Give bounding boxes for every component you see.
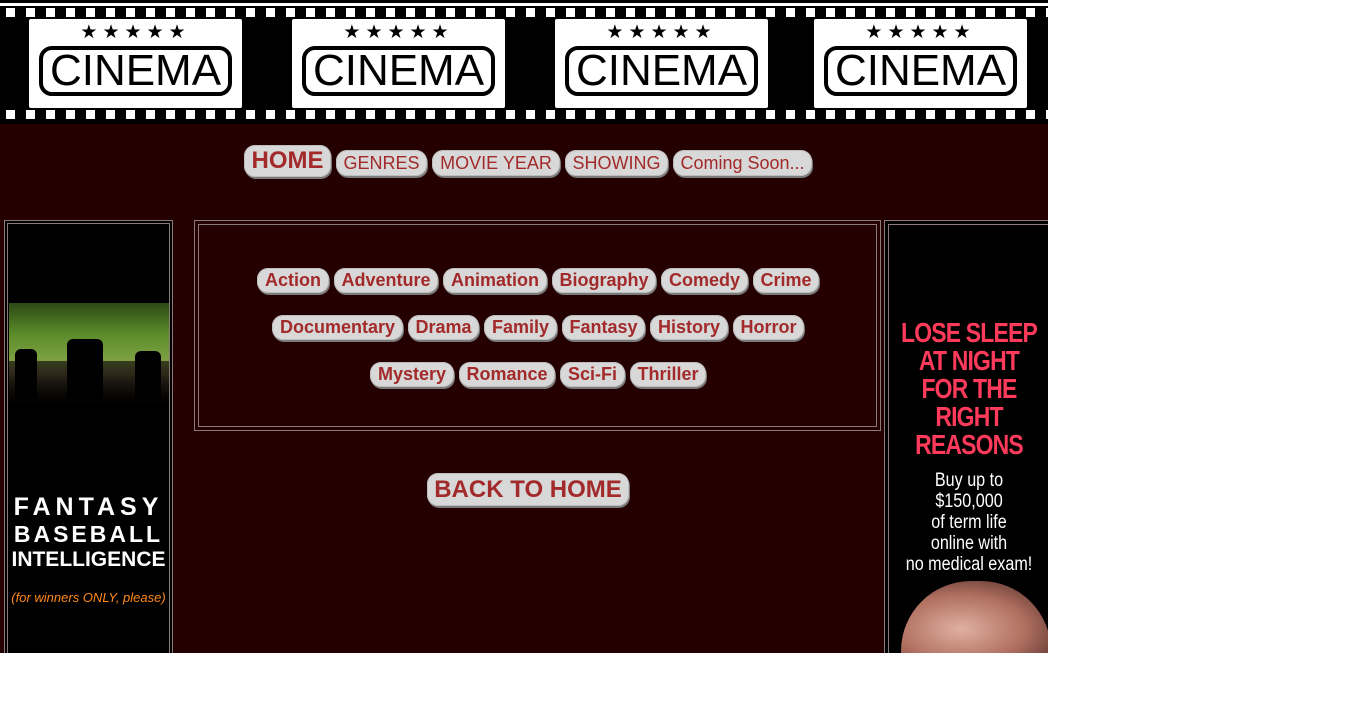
ad-sub-line: no medical exam!	[905, 554, 1033, 575]
ad-sub-line: online with	[930, 533, 1008, 554]
film-frame: ★★★★★ CINEMA	[814, 19, 1027, 108]
page: ★★★★★ CINEMA ★★★★★ CINEMA ★★★★★ CINEMA ★…	[0, 0, 1048, 653]
cinema-banner: ★★★★★ CINEMA ★★★★★ CINEMA ★★★★★ CINEMA ★…	[0, 0, 1048, 124]
nav-showing-button[interactable]: SHOWING	[565, 150, 668, 176]
genre-adventure-button[interactable]: Adventure	[334, 268, 438, 293]
film-sprocket-strip-bottom	[0, 110, 1048, 119]
genre-horror-button[interactable]: Horror	[733, 315, 804, 340]
sleeping-person-image	[901, 581, 1048, 653]
stars-icon: ★★★★★	[80, 22, 191, 43]
ad-sub-line: Buy up to	[934, 470, 1004, 491]
nav-home-button[interactable]: HOME	[244, 145, 331, 177]
ad-title-line: INTELLIGENCE	[11, 548, 166, 571]
genre-sci-fi-button[interactable]: Sci-Fi	[560, 362, 625, 387]
crowd-silhouette	[9, 361, 169, 406]
genre-biography-button[interactable]: Biography	[552, 268, 656, 293]
genre-animation-button[interactable]: Animation	[443, 268, 547, 293]
ad-headline-line: FOR THE	[921, 373, 1017, 404]
stars-icon: ★★★★★	[606, 22, 717, 43]
ad-headline-line: LOSE SLEEP	[901, 317, 1038, 348]
film-sprocket-strip-top	[0, 8, 1048, 17]
banner-top-line	[0, 3, 1048, 6]
term-life-insurance-ad[interactable]: LOSE SLEEP AT NIGHT FOR THE RIGHT REASON…	[884, 220, 1048, 653]
cinema-logo-text: CINEMA	[302, 46, 495, 96]
ad-headline-line: AT NIGHT	[918, 345, 1020, 376]
genre-romance-button[interactable]: Romance	[459, 362, 555, 387]
genre-fantasy-button[interactable]: Fantasy	[562, 315, 645, 340]
ad-sub-line: $150,000	[935, 491, 1003, 512]
genre-drama-button[interactable]: Drama	[408, 315, 479, 340]
cinema-logo-text: CINEMA	[39, 46, 232, 96]
film-frame: ★★★★★ CINEMA	[29, 19, 242, 108]
genre-history-button[interactable]: History	[650, 315, 728, 340]
ad-title-line: FANTASY	[13, 493, 164, 521]
genre-action-button[interactable]: Action	[257, 268, 329, 293]
ad-tagline: (for winners ONLY, please)	[11, 590, 166, 605]
genre-crime-button[interactable]: Crime	[753, 268, 819, 293]
stars-icon: ★★★★★	[865, 22, 976, 43]
nav-genres-button[interactable]: GENRES	[336, 150, 427, 176]
fan-silhouette	[135, 351, 161, 399]
genre-family-button[interactable]: Family	[484, 315, 557, 340]
film-frame: ★★★★★ CINEMA	[555, 19, 768, 108]
fan-silhouette	[67, 339, 103, 399]
back-to-home-button[interactable]: BACK TO HOME	[427, 473, 629, 506]
ad-title-line: BASEBALL	[13, 521, 164, 547]
nav-movie-year-button[interactable]: MOVIE YEAR	[432, 150, 560, 176]
ad-sub-line: of term life	[931, 512, 1007, 533]
fantasy-baseball-ad[interactable]: FANTASY BASEBALL INTELLIGENCE (for winne…	[4, 220, 173, 653]
genre-documentary-button[interactable]: Documentary	[272, 315, 403, 340]
genre-thriller-button[interactable]: Thriller	[630, 362, 706, 387]
cinema-logo-text: CINEMA	[565, 46, 758, 96]
genre-mystery-button[interactable]: Mystery	[370, 362, 454, 387]
fan-silhouette	[15, 349, 37, 399]
cinema-logo-text: CINEMA	[824, 46, 1017, 96]
stars-icon: ★★★★★	[343, 22, 454, 43]
genre-comedy-button[interactable]: Comedy	[661, 268, 748, 293]
stadium-image	[9, 303, 169, 403]
nav-coming-soon-button[interactable]: Coming Soon...	[673, 150, 812, 176]
ad-headline-line: RIGHT	[935, 401, 1003, 432]
film-frame: ★★★★★ CINEMA	[292, 19, 505, 108]
ad-headline-line: REASONS	[915, 429, 1024, 460]
